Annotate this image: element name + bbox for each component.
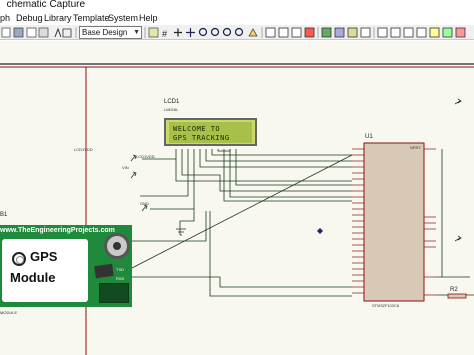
gps-ring-icon [12,252,26,266]
lcd-display[interactable]: WELCOME TO GPS TRACKING [164,118,257,146]
gps-subtitle: Module [10,270,56,285]
copy-icon[interactable] [26,27,37,38]
zoom-area-icon[interactable] [234,27,244,37]
resistor-r2[interactable] [447,293,467,299]
pan-icon[interactable] [186,28,195,37]
gps-module[interactable]: www.TheEngineeringProjects.com GPS Modul… [0,225,132,307]
erc-icon[interactable] [455,27,466,38]
lcd-line-2: GPS TRACKING [173,134,230,142]
title-bar: chematic Capture [0,0,474,12]
mcu-body[interactable] [363,142,425,302]
connector-icon [99,283,129,303]
chip-icon [94,263,114,279]
zoom-out-icon[interactable] [210,27,220,37]
toolbar-icons: # [1,27,466,39]
paste-icon[interactable] [38,27,49,38]
new-sheet-icon[interactable] [416,27,427,38]
menu-debug[interactable]: Debug [16,13,43,23]
grid-icon[interactable] [148,27,159,38]
antenna-icon [104,233,130,259]
netlist-icon[interactable] [442,27,453,38]
gps-url: www.TheEngineeringProjects.com [0,227,115,234]
undo-icon[interactable] [54,27,62,38]
redo-icon[interactable] [62,28,72,38]
menu-graph[interactable]: ph [0,13,10,23]
marker-icon [317,228,323,234]
make-device-icon[interactable] [334,27,345,38]
mcu-header: NRST [410,145,421,150]
bill-of-materials-icon[interactable] [429,27,440,38]
lcd-line-1: WELCOME TO [173,125,221,133]
block-rotate-icon[interactable] [291,27,302,38]
terminal-vin: VIN [122,165,129,170]
block-move-icon[interactable] [278,27,289,38]
cross-icon[interactable] [174,28,182,37]
zoom-in-icon[interactable] [198,27,208,37]
pick-device-icon[interactable] [321,27,332,38]
gps-pin-txd: TXD [116,267,124,272]
terminal-lcd1vdd-a: LCD1VDD [74,147,93,152]
schematic-canvas[interactable]: LCD1 LM016L U1 NRST STM32F103C8 R2 LCD1V… [0,41,474,355]
toolbar: # Base Design ▼ [0,25,474,40]
page-icon[interactable] [1,27,11,38]
layer-select-value: Base Design [82,28,128,37]
gps-module-label: MODULE [0,310,18,315]
terminal-gnd: GND [140,201,149,206]
chevron-down-icon: ▼ [133,29,140,36]
wire-autorouter-icon[interactable] [377,27,388,38]
decompose-icon[interactable] [360,27,371,38]
gps-pin-rxd: RXD [116,276,125,281]
menu-bar: ph Debug Library Template System Help [0,12,474,25]
menu-help[interactable]: Help [139,13,158,23]
menu-template[interactable]: Template [73,13,110,23]
package-icon[interactable] [347,27,358,38]
lcd-part: LM016L [164,107,179,112]
zoom-all-icon[interactable] [222,27,232,37]
block-copy-icon[interactable] [265,27,276,38]
app-window: chematic Capture ph Debug Library Templa… [0,0,474,355]
gps-title: GPS [30,249,58,264]
false-origin-icon[interactable]: # [162,29,167,39]
menu-system[interactable]: System [108,13,138,23]
property-assignment-icon[interactable] [403,27,414,38]
resistor-ref: R2 [450,287,458,293]
window-title: chematic Capture [6,0,86,10]
terminal-lcd1vdd-b: LCD1VDD [136,154,155,159]
block-delete-icon[interactable] [304,27,315,38]
menu-library[interactable]: Library [44,13,72,23]
mcu-part: STM32F103C8 [372,303,400,308]
image-icon[interactable] [13,27,24,38]
mcu-ref: U1 [365,134,373,140]
lcd-screen: WELCOME TO GPS TRACKING [169,122,252,143]
gps-ref: B1 [0,212,8,218]
layer-select[interactable]: Base Design ▼ [79,26,142,39]
select-icon[interactable] [248,28,258,37]
lcd-ref: LCD1 [164,99,180,105]
search-tag-icon[interactable] [390,27,401,38]
